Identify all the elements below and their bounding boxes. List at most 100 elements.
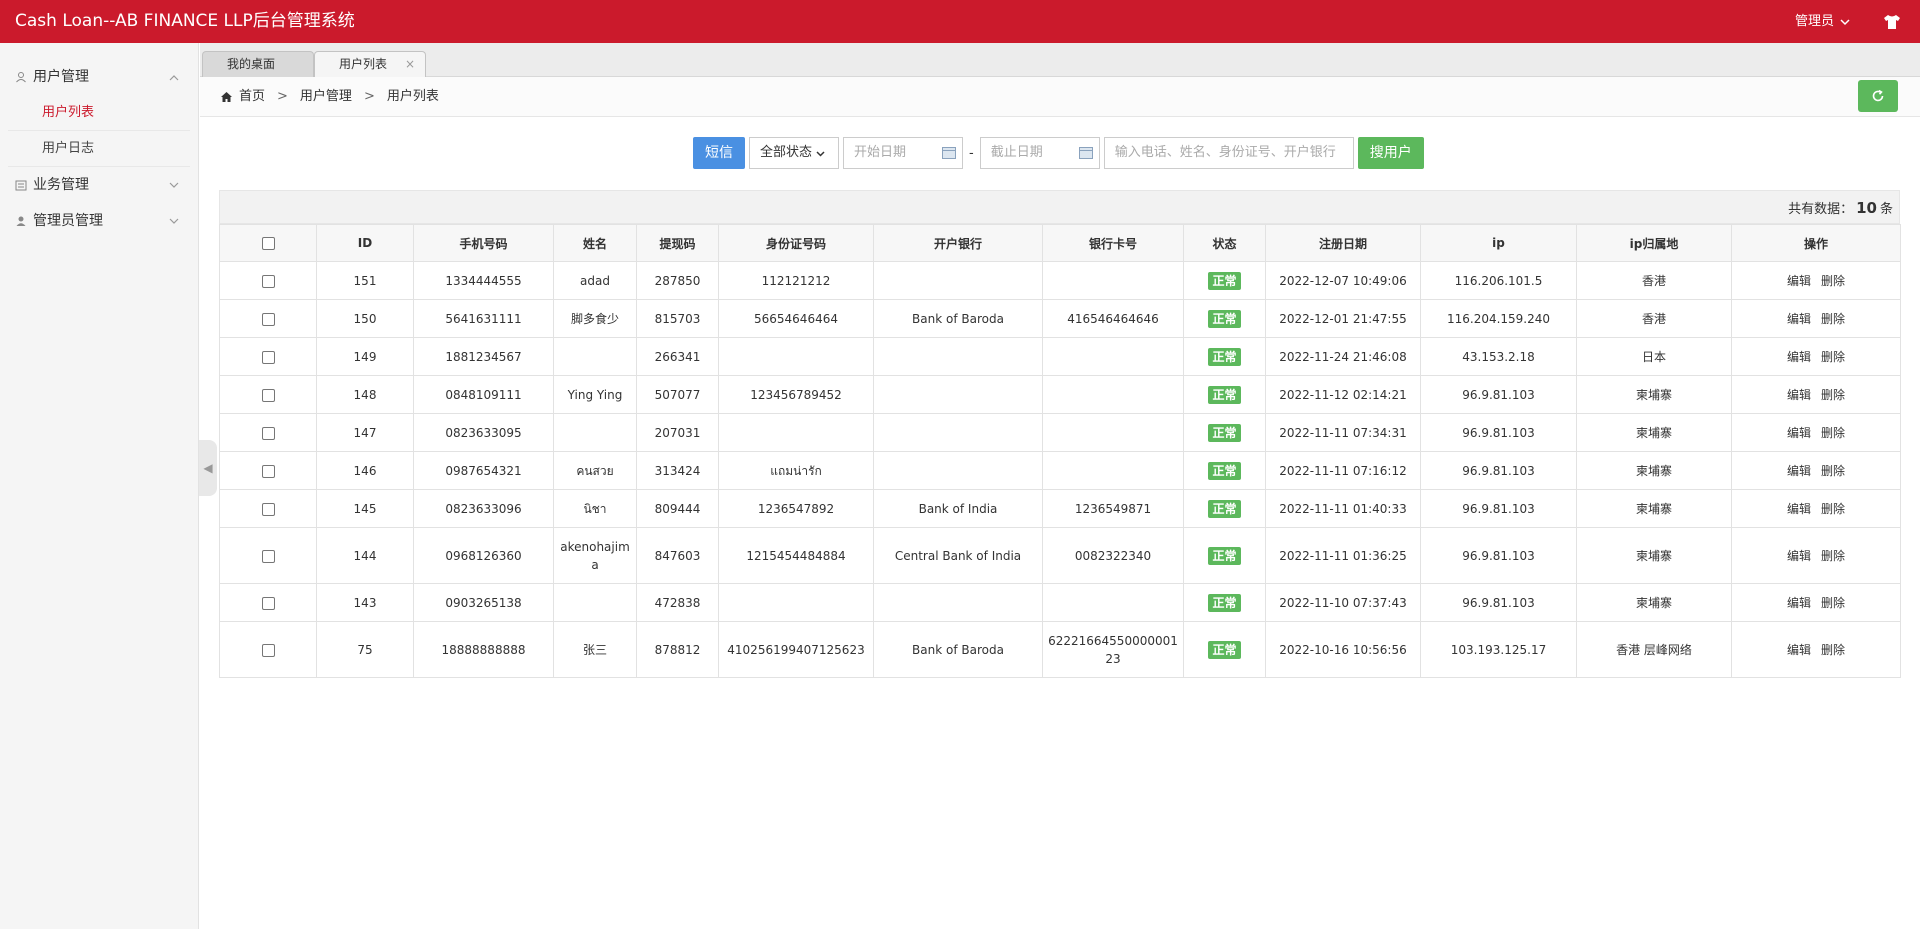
delete-link[interactable]: 删除 <box>1821 464 1845 478</box>
table-row: 143 0903265138 472838 正常 2022-11-10 07:37:43… <box>219 583 1901 622</box>
row-checkbox[interactable] <box>261 596 275 610</box>
status-cell: 正常 <box>1183 375 1266 414</box>
cell-ip: 116.204.159.240 <box>1420 299 1577 338</box>
delete-link[interactable]: 删除 <box>1821 549 1845 563</box>
breadcrumb-level2: 用户列表 <box>386 89 439 104</box>
refresh-button[interactable] <box>1858 80 1898 112</box>
tabs-bar: 我的桌面 用户列表 × <box>200 43 1920 78</box>
edit-link[interactable]: 编辑 <box>1787 643 1811 657</box>
search-users-button[interactable]: 搜用户 <box>1357 137 1424 169</box>
breadcrumb-level1[interactable]: 用户管理 <box>300 77 352 117</box>
data-summary-bar: 共有数据： 10 条 <box>219 190 1900 224</box>
theme-shirt-icon[interactable] <box>1882 12 1902 32</box>
breadcrumb: 首页 > 用户管理 > 用户列表 <box>220 77 439 117</box>
column-header[interactable]: 手机号码 <box>413 224 554 262</box>
edit-link[interactable]: 编辑 <box>1787 549 1811 563</box>
delete-link[interactable]: 删除 <box>1821 312 1845 326</box>
cell-name: akenohajima <box>553 527 637 584</box>
column-header[interactable]: 银行卡号 <box>1042 224 1184 262</box>
delete-link[interactable]: 删除 <box>1821 502 1845 516</box>
chevron-up-icon <box>169 75 179 81</box>
column-header[interactable]: 身份证号码 <box>718 224 874 262</box>
row-checkbox[interactable] <box>261 502 275 516</box>
edit-link[interactable]: 编辑 <box>1787 464 1811 478</box>
cell-register-date: 2022-11-12 02:14:21 <box>1265 375 1421 414</box>
data-count-suffix: 条 <box>1879 202 1893 217</box>
status-select[interactable]: 全部状态 <box>749 137 839 169</box>
sidebar: 用户管理 用户列表 用户日志 业务管理 管理员管理 <box>0 43 199 929</box>
column-header[interactable]: 姓名 <box>553 224 637 262</box>
cell-card-number <box>1042 337 1184 376</box>
column-header[interactable]: 开户银行 <box>873 224 1043 262</box>
row-checkbox[interactable] <box>261 464 275 478</box>
cell-name <box>553 413 637 452</box>
cell-bank <box>873 413 1043 452</box>
sidebar-group-user-management[interactable]: 用户管理 <box>0 59 198 95</box>
breadcrumb-home[interactable]: 首页 <box>239 77 265 117</box>
select-all-checkbox[interactable] <box>261 237 275 250</box>
edit-link[interactable]: 编辑 <box>1787 312 1811 326</box>
row-checkbox[interactable] <box>261 643 275 657</box>
row-checkbox[interactable] <box>261 426 275 440</box>
select-all-cell <box>219 224 317 262</box>
cell-ip-location: 柬埔寨 <box>1576 375 1732 414</box>
sidebar-item-user-log[interactable]: 用户日志 <box>8 131 190 167</box>
row-checkbox[interactable] <box>261 274 275 288</box>
cell-bank: Central Bank of India <box>873 527 1043 584</box>
table-row: 146 0987654321 คนสวย 313424 แถมน่ารัก 正常 2022-… <box>219 451 1901 490</box>
row-checkbox[interactable] <box>261 350 275 364</box>
column-header[interactable]: ID <box>316 224 414 262</box>
actions-cell: 编辑 删除 <box>1731 261 1901 300</box>
sidebar-group-business-management[interactable]: 业务管理 <box>0 167 198 203</box>
row-checkbox[interactable] <box>261 549 275 563</box>
status-badge: 正常 <box>1208 499 1241 518</box>
status-badge: 正常 <box>1208 309 1241 328</box>
delete-link[interactable]: 删除 <box>1821 643 1845 657</box>
edit-link[interactable]: 编辑 <box>1787 388 1811 402</box>
status-cell: 正常 <box>1183 451 1266 490</box>
end-date-input[interactable]: 截止日期 <box>979 137 1100 169</box>
edit-link[interactable]: 编辑 <box>1787 596 1811 610</box>
cell-bank: Bank of India <box>873 489 1043 528</box>
delete-link[interactable]: 删除 <box>1821 350 1845 364</box>
column-header[interactable]: ip <box>1420 224 1577 262</box>
sidebar-group-admin-management[interactable]: 管理员管理 <box>0 203 198 239</box>
sidebar-collapse-handle[interactable]: ◀ <box>199 440 217 496</box>
column-header[interactable]: 提现码 <box>636 224 719 262</box>
status-badge: 正常 <box>1208 347 1241 366</box>
edit-link[interactable]: 编辑 <box>1787 274 1811 288</box>
close-icon[interactable]: × <box>405 52 415 77</box>
cell-name: คนสวย <box>553 451 637 490</box>
sms-button[interactable]: 短信 <box>693 137 745 169</box>
delete-link[interactable]: 删除 <box>1821 426 1845 440</box>
column-header[interactable]: ip归属地 <box>1576 224 1732 262</box>
breadcrumb-separator: > <box>277 89 288 104</box>
chevron-down-icon <box>169 218 179 224</box>
cell-bank <box>873 451 1043 490</box>
table-row: 147 0823633095 207031 正常 2022-11-11 07:34:31… <box>219 413 1901 452</box>
delete-link[interactable]: 删除 <box>1821 596 1845 610</box>
cell-phone: 0848109111 <box>413 375 554 414</box>
delete-link[interactable]: 删除 <box>1821 388 1845 402</box>
tab-my-desktop[interactable]: 我的桌面 <box>202 51 314 78</box>
tab-user-list[interactable]: 用户列表 × <box>314 51 426 78</box>
edit-link[interactable]: 编辑 <box>1787 502 1811 516</box>
admin-menu[interactable]: 管理员 <box>1795 0 1850 43</box>
row-checkbox[interactable] <box>261 388 275 402</box>
cell-ip: 96.9.81.103 <box>1420 451 1577 490</box>
edit-link[interactable]: 编辑 <box>1787 350 1811 364</box>
cell-withdraw-code: 472838 <box>636 583 719 622</box>
cell-ip-location: 柬埔寨 <box>1576 451 1732 490</box>
column-header[interactable]: 注册日期 <box>1265 224 1421 262</box>
edit-link[interactable]: 编辑 <box>1787 426 1811 440</box>
start-date-input[interactable]: 开始日期 <box>843 137 963 169</box>
row-select-cell <box>219 413 317 452</box>
actions-cell: 编辑 删除 <box>1731 299 1901 338</box>
row-checkbox[interactable] <box>261 312 275 326</box>
sidebar-item-user-list[interactable]: 用户列表 <box>8 95 190 131</box>
cell-phone: 0823633096 <box>413 489 554 528</box>
column-header[interactable]: 状态 <box>1183 224 1266 262</box>
delete-link[interactable]: 删除 <box>1821 274 1845 288</box>
status-badge: 正常 <box>1208 271 1241 290</box>
search-input[interactable]: 输入电话、姓名、身份证号、开户银行 <box>1103 137 1354 169</box>
